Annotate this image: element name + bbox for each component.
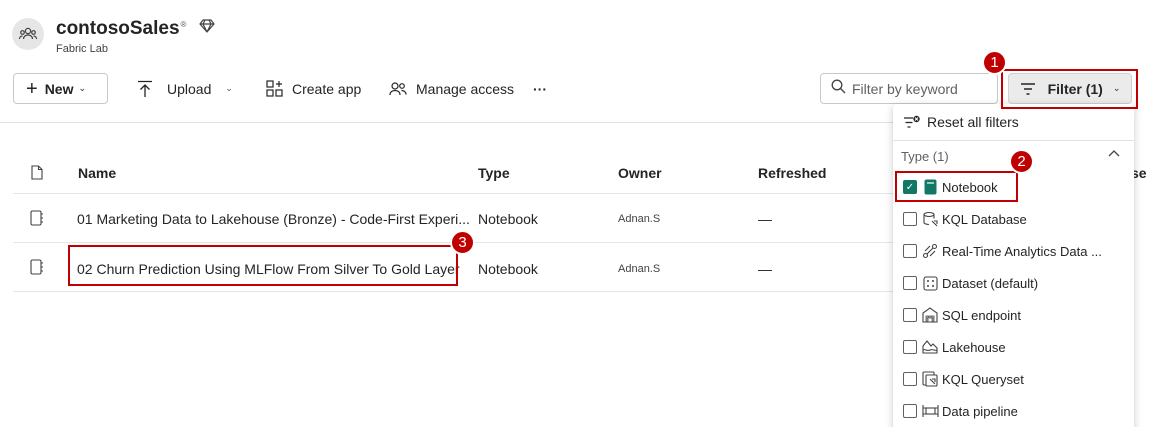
more-options-button[interactable]: ··· — [533, 73, 547, 104]
clear-filter-icon — [903, 115, 921, 129]
checkbox[interactable] — [903, 308, 917, 322]
checkbox[interactable] — [903, 340, 917, 354]
column-header-owner[interactable]: Owner — [618, 165, 662, 181]
step-badge-1: 1 — [982, 50, 1007, 75]
workspace-group-icon — [18, 27, 38, 40]
create-app-button[interactable]: Create app — [266, 73, 361, 104]
step-badge-2: 2 — [1009, 149, 1034, 174]
step-badge-3: 3 — [450, 230, 475, 255]
chevron-down-icon: ⌄ — [225, 83, 233, 93]
notebook-icon — [30, 210, 44, 231]
option-label: KQL Queryset — [942, 371, 1024, 387]
upload-button[interactable]: Upload ⌄ — [137, 73, 233, 104]
option-label: KQL Database — [942, 211, 1027, 227]
data-pipeline-icon — [921, 403, 939, 419]
option-label: SQL endpoint — [942, 307, 1022, 323]
search-input[interactable] — [852, 80, 992, 97]
filter-option-lakehouse[interactable]: Lakehouse — [903, 336, 1006, 358]
row-owner: Adnan.S — [618, 213, 661, 225]
filter-keyword-search[interactable] — [820, 73, 998, 104]
workspace-subtitle: Fabric Lab — [56, 43, 108, 55]
checkbox[interactable] — [903, 212, 917, 226]
manage-access-button[interactable]: Manage access — [389, 73, 514, 104]
registered-mark: ® — [180, 19, 187, 29]
filter-option-kql-database[interactable]: KQL Database — [903, 208, 1027, 230]
notebook-icon — [30, 259, 44, 280]
manage-access-label: Manage access — [416, 80, 515, 97]
workspace-avatar — [12, 18, 44, 50]
plus-icon: + — [26, 77, 38, 100]
checkbox[interactable] — [903, 244, 917, 258]
dataset-icon — [921, 275, 939, 291]
highlight-box-notebook-option — [895, 171, 1018, 202]
row-divider — [13, 291, 893, 292]
kql-database-icon — [921, 211, 939, 227]
row-type: Notebook — [478, 211, 538, 227]
option-label: Lakehouse — [942, 339, 1006, 355]
new-button[interactable]: + New ⌄ — [13, 73, 108, 104]
new-label: New — [44, 80, 74, 97]
dropdown-divider — [893, 140, 1134, 141]
workspace-title: contosoSales® — [56, 18, 187, 39]
row-divider — [13, 193, 893, 194]
kql-queryset-icon — [921, 371, 939, 387]
checkbox[interactable] — [903, 276, 917, 290]
realtime-analytics-icon — [921, 243, 939, 259]
row-refreshed: — — [758, 261, 772, 277]
filter-option-sql-endpoint[interactable]: SQL endpoint — [903, 304, 1021, 326]
search-icon — [831, 79, 846, 99]
file-type-header-icon — [31, 165, 43, 185]
filter-option-data-pipeline[interactable]: Data pipeline — [903, 400, 1018, 422]
create-app-icon — [266, 80, 283, 97]
highlight-box-churn-notebook — [68, 245, 458, 286]
type-group-label: Type (1) — [901, 149, 949, 164]
row-owner: Adnan.S — [618, 263, 661, 275]
sql-endpoint-icon — [921, 307, 939, 323]
people-icon — [389, 81, 407, 97]
column-header-refreshed[interactable]: Refreshed — [758, 165, 826, 181]
row-type: Notebook — [478, 261, 538, 277]
filter-option-dataset-default[interactable]: Dataset (default) — [903, 272, 1038, 294]
reset-label: Reset all filters — [927, 114, 1019, 130]
option-label: Data pipeline — [942, 403, 1018, 419]
create-app-label: Create app — [292, 80, 362, 97]
column-header-type[interactable]: Type — [478, 165, 510, 181]
row-refreshed: — — [758, 211, 772, 227]
upload-label: Upload — [167, 80, 212, 97]
upload-icon — [137, 80, 153, 98]
checkbox[interactable] — [903, 404, 917, 418]
filter-option-realtime-analytics[interactable]: Real-Time Analytics Data ... — [903, 240, 1102, 262]
chevron-up-icon[interactable] — [1108, 146, 1120, 160]
checkbox[interactable] — [903, 372, 917, 386]
premium-diamond-icon[interactable] — [199, 18, 215, 39]
toolbar-divider — [0, 122, 893, 123]
option-label: Dataset (default) — [942, 275, 1039, 291]
column-header-name[interactable]: Name — [78, 165, 116, 181]
row-name[interactable]: 01 Marketing Data to Lakehouse (Bronze) … — [77, 211, 470, 227]
reset-all-filters-button[interactable]: Reset all filters — [903, 114, 1019, 130]
highlight-box-filter — [1001, 69, 1138, 109]
lakehouse-icon — [921, 339, 939, 355]
option-label: Real-Time Analytics Data ... — [942, 243, 1102, 259]
chevron-down-icon: ⌄ — [78, 83, 87, 93]
filter-option-kql-queryset[interactable]: KQL Queryset — [903, 368, 1024, 390]
more-icon: ··· — [533, 80, 547, 97]
